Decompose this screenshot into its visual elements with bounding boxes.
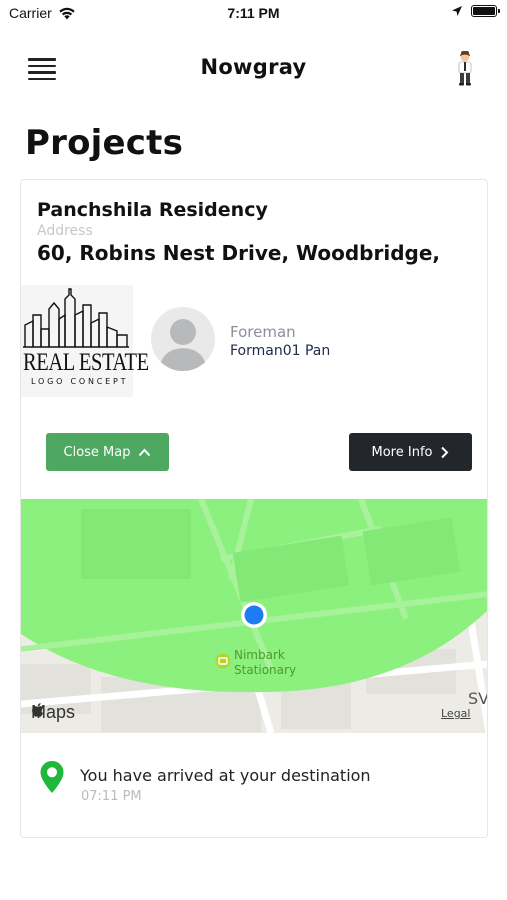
page-title: Projects bbox=[25, 123, 184, 163]
hamburger-menu-icon[interactable] bbox=[28, 58, 56, 80]
address-value: 60, Robins Nest Drive, Woodbridge, bbox=[37, 241, 440, 265]
foreman-avatar bbox=[151, 307, 215, 371]
poi-name-line1: Nimbark bbox=[234, 648, 285, 662]
map-view[interactable]: Nimbark Stationary SV Maps Legal bbox=[21, 499, 488, 733]
close-map-label: Close Map bbox=[63, 444, 131, 460]
map-edge-label: SV bbox=[468, 689, 488, 708]
store-pin-icon[interactable] bbox=[215, 653, 231, 669]
project-card: Panchshila Residency Address 60, Robins … bbox=[20, 179, 488, 838]
legal-link[interactable]: Legal bbox=[441, 707, 470, 720]
close-map-button[interactable]: Close Map bbox=[46, 433, 169, 471]
project-logo: REAL ESTATE LOGO CONCEPT bbox=[21, 285, 149, 397]
address-label: Address bbox=[37, 223, 93, 239]
arrival-time: 07:11 PM bbox=[81, 789, 142, 804]
chevron-up-icon bbox=[139, 448, 151, 456]
project-name: Panchshila Residency bbox=[37, 199, 268, 221]
arrival-message: You have arrived at your destination bbox=[80, 766, 371, 785]
nav-bar: Nowgray bbox=[0, 40, 507, 96]
status-time: 7:11 PM bbox=[227, 5, 280, 21]
location-arrow-icon bbox=[452, 6, 462, 16]
map-canvas bbox=[21, 499, 487, 733]
more-info-label: More Info bbox=[371, 444, 433, 460]
chevron-right-icon bbox=[441, 446, 449, 458]
poi-label[interactable]: Nimbark Stationary bbox=[234, 648, 296, 678]
poi-name-line2: Stationary bbox=[234, 663, 297, 677]
app-title: Nowgray bbox=[200, 55, 307, 79]
person-silhouette-icon bbox=[159, 319, 207, 371]
city-skyline-icon bbox=[23, 288, 129, 348]
logo-subtext: LOGO CONCEPT bbox=[31, 377, 129, 386]
status-right bbox=[451, 5, 500, 17]
foreman-label: Foreman bbox=[230, 323, 296, 341]
logo-text: REAL ESTATE bbox=[23, 349, 149, 376]
battery-icon bbox=[471, 5, 500, 17]
status-bar: Carrier 7:11 PM bbox=[0, 0, 507, 28]
more-info-button[interactable]: More Info bbox=[349, 433, 472, 471]
apple-maps-logo: Maps bbox=[31, 702, 75, 723]
map-pin-icon bbox=[40, 761, 64, 793]
apple-logo-icon bbox=[32, 703, 44, 717]
user-avatar-icon[interactable] bbox=[453, 50, 477, 86]
foreman-name: Forman01 Pan bbox=[230, 343, 331, 359]
